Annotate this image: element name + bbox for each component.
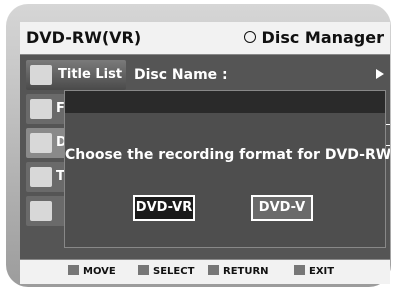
format-dialog: Choose the recording format for DVD-RW. …	[64, 90, 390, 248]
dvd-vr-button[interactable]: DVD-VR	[133, 195, 195, 221]
footer-select-label: SELECT	[153, 266, 195, 277]
footer-move-label: MOVE	[83, 266, 116, 277]
disc-icon	[30, 133, 52, 153]
timer-icon	[30, 167, 52, 187]
setup-gear-icon	[30, 201, 52, 221]
dvd-v-button[interactable]: DVD-V	[251, 195, 313, 221]
playlist-icon	[30, 99, 52, 119]
footer-return-label: RETURN	[223, 266, 269, 277]
circle-icon	[243, 30, 256, 43]
return-icon	[208, 265, 219, 275]
disc-name-colon: :	[222, 67, 228, 83]
disc-name-row[interactable]: Disc Name :	[134, 60, 384, 90]
osd-header: DVD-RW(VR) Disc Manager	[20, 22, 390, 55]
tv-screen-frame: DVD-RW(VR) Disc Manager Title List F Dis…	[6, 4, 391, 287]
menu-title: Disc Manager	[243, 28, 384, 47]
menu-tab-label: Title List	[58, 67, 123, 82]
footer-return: RETURN	[208, 265, 269, 277]
disc-type-title: DVD-RW(VR)	[26, 28, 142, 47]
title-list-icon	[30, 65, 52, 85]
dialog-message: Choose the recording format for DVD-RW.	[65, 147, 390, 163]
move-icon	[68, 265, 79, 275]
footer-exit-label: EXIT	[309, 266, 335, 277]
footer-move: MOVE	[68, 265, 116, 277]
dialog-title-bar	[65, 91, 385, 113]
osd-screen: DVD-RW(VR) Disc Manager Title List F Dis…	[20, 22, 390, 284]
footer-select: SELECT	[138, 265, 195, 277]
play-arrow-icon	[376, 69, 384, 79]
footer-exit: EXIT	[294, 265, 335, 277]
disc-name-label: Disc Name	[134, 67, 218, 83]
menu-tab-title-list[interactable]: Title List	[26, 60, 126, 90]
select-icon	[138, 265, 149, 275]
menu-title-text: Disc Manager	[261, 28, 384, 47]
exit-icon	[294, 265, 305, 275]
osd-footer: MOVE SELECT RETURN EXIT	[20, 259, 390, 284]
